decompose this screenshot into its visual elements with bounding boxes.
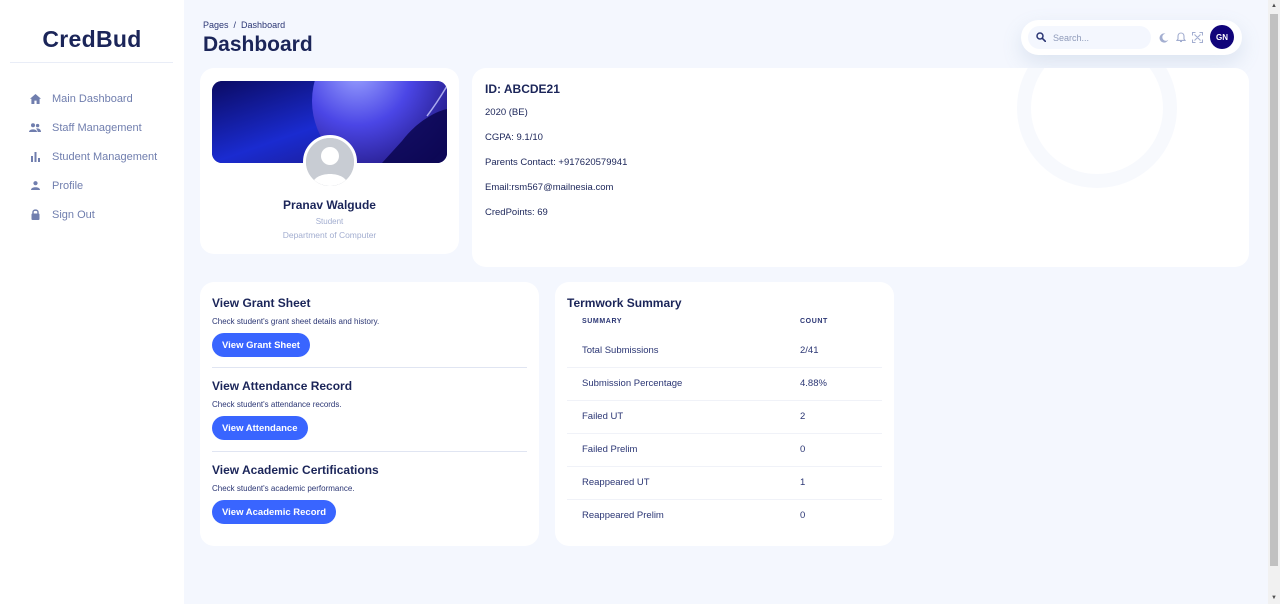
row-label: Submission Percentage xyxy=(582,378,683,389)
profile-avatar[interactable] xyxy=(303,135,357,189)
row-count: 0 xyxy=(800,510,806,521)
table-row: Reappeared Prelim 0 xyxy=(567,500,882,533)
student-info-card: ID: ABCDE21 2020 (BE) CGPA: 9.1/10 Paren… xyxy=(472,68,1249,267)
section-divider xyxy=(212,367,527,368)
profile-name: Pranav Walgude xyxy=(283,198,376,212)
page-title: Dashboard xyxy=(203,33,313,56)
actions-card: View Grant Sheet Check student's grant s… xyxy=(200,282,539,546)
row-label: Reappeared UT xyxy=(582,477,650,488)
sidebar-item-student-management[interactable]: Student Management xyxy=(0,142,184,171)
breadcrumb-current[interactable]: Dashboard xyxy=(241,20,285,30)
sidebar-item-profile[interactable]: Profile xyxy=(0,171,184,200)
sidebar-item-staff-management[interactable]: Staff Management xyxy=(0,113,184,142)
view-academic-record-button[interactable]: View Academic Record xyxy=(212,500,337,524)
row-count: 2 xyxy=(800,411,806,422)
row-label: Failed UT xyxy=(582,411,624,422)
scroll-up-icon[interactable]: ▲ xyxy=(1268,0,1280,12)
sidebar-item-label: Main Dashboard xyxy=(52,92,133,105)
sidebar-item-label: Student Management xyxy=(52,150,158,163)
grant-sheet-description: Check student's grant sheet details and … xyxy=(212,317,380,326)
sidebar-item-label: Profile xyxy=(52,179,84,192)
fullscreen-icon[interactable] xyxy=(1192,32,1203,43)
person-icon xyxy=(29,180,41,192)
search-input[interactable] xyxy=(1053,32,1143,43)
sidebar-divider xyxy=(10,62,173,63)
sidebar-item-sign-out[interactable]: Sign Out xyxy=(0,200,184,229)
home-icon xyxy=(29,93,41,105)
student-id: ID: ABCDE21 xyxy=(485,82,560,96)
brand-logo[interactable]: CredBud xyxy=(0,26,184,53)
row-count: 0 xyxy=(800,444,806,455)
certifications-description: Check student's academic performance. xyxy=(212,484,355,493)
student-credpoints: CredPoints: 69 xyxy=(485,207,548,218)
column-header-count: COUNT xyxy=(800,318,828,325)
section-divider xyxy=(212,451,527,452)
termwork-summary-card: Termwork Summary SUMMARY COUNT Total Sub… xyxy=(555,282,894,546)
column-header-summary: SUMMARY xyxy=(582,318,623,325)
row-label: Total Submissions xyxy=(582,345,659,356)
certifications-title: View Academic Certifications xyxy=(212,463,379,477)
decorative-circle xyxy=(1017,68,1177,188)
page-scrollbar[interactable]: ▲ ▼ xyxy=(1268,0,1280,604)
sidebar-item-main-dashboard[interactable]: Main Dashboard xyxy=(0,84,184,113)
student-cgpa: CGPA: 9.1/10 xyxy=(485,132,543,143)
table-row: Total Submissions 2/41 xyxy=(567,335,882,368)
table-row: Failed UT 2 xyxy=(567,401,882,434)
table-row: Failed Prelim 0 xyxy=(567,434,882,467)
moon-icon[interactable] xyxy=(1158,32,1169,43)
attendance-description: Check student's attendance records. xyxy=(212,400,342,409)
table-row: Submission Percentage 4.88% xyxy=(567,368,882,401)
bell-icon[interactable] xyxy=(1175,32,1186,43)
termwork-summary-title: Termwork Summary xyxy=(567,296,682,310)
attendance-title: View Attendance Record xyxy=(212,379,353,393)
people-icon xyxy=(29,122,41,134)
profile-role: Student xyxy=(315,217,344,226)
lock-icon xyxy=(29,209,41,221)
profile-card: Pranav Walgude Student Department of Com… xyxy=(200,68,459,254)
bar-chart-icon xyxy=(29,151,41,163)
view-grant-sheet-button[interactable]: View Grant Sheet xyxy=(212,333,310,357)
sidebar-nav: Main Dashboard Staff Management Student … xyxy=(0,84,184,229)
sidebar-item-label: Staff Management xyxy=(52,121,142,134)
row-count: 1 xyxy=(800,477,806,488)
row-label: Failed Prelim xyxy=(582,444,638,455)
top-toolbar: GN xyxy=(1021,20,1242,55)
sidebar-item-label: Sign Out xyxy=(52,208,95,221)
search-bar[interactable] xyxy=(1028,26,1151,49)
breadcrumb: Pages / Dashboard xyxy=(203,20,285,30)
student-email: Email:rsm567@mailnesia.com xyxy=(485,182,614,193)
table-row: Reappeared UT 1 xyxy=(567,467,882,500)
breadcrumb-separator: / xyxy=(233,20,237,30)
search-icon xyxy=(1036,29,1047,47)
breadcrumb-root[interactable]: Pages xyxy=(203,20,229,30)
row-count: 4.88% xyxy=(800,378,827,389)
grant-sheet-title: View Grant Sheet xyxy=(212,296,311,310)
profile-department: Department of Computer xyxy=(282,230,377,240)
scrollbar-thumb[interactable] xyxy=(1270,14,1278,566)
student-year: 2020 (BE) xyxy=(485,107,528,118)
user-avatar[interactable]: GN xyxy=(1210,25,1234,49)
parents-contact: Parents Contact: +917620579941 xyxy=(485,157,628,168)
row-label: Reappeared Prelim xyxy=(582,510,664,521)
sidebar: CredBud Main Dashboard Staff Management … xyxy=(0,0,184,604)
scroll-down-icon[interactable]: ▼ xyxy=(1268,592,1280,604)
row-count: 2/41 xyxy=(800,345,819,356)
view-attendance-button[interactable]: View Attendance xyxy=(212,416,308,440)
